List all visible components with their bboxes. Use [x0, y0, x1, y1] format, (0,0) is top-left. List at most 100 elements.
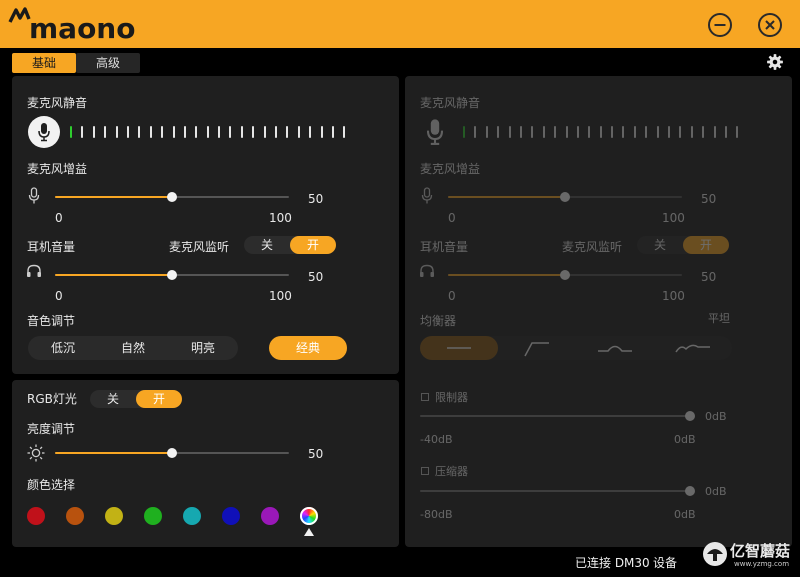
tone-label: 音色调节 [27, 314, 76, 328]
meter-tick [297, 126, 300, 138]
eq-flat-icon [447, 347, 471, 349]
meter-tick [320, 126, 323, 138]
device-link[interactable]: 设备 [653, 554, 677, 571]
tone-option-natural[interactable]: 自然 [98, 336, 168, 360]
meter-tick [275, 126, 278, 138]
meter-tick [229, 126, 232, 138]
meter-tick [736, 126, 739, 138]
adv-monitor-label: 麦克风监听 [562, 240, 623, 254]
color-select-label: 颜色选择 [27, 478, 76, 492]
meter-tick [218, 126, 221, 138]
adv-mic-level-meter [463, 126, 748, 138]
tab-basic[interactable]: 基础 [12, 53, 76, 73]
adv-headphone-icon [420, 264, 434, 277]
logo-mark-icon [8, 7, 31, 23]
color-swatch-rainbow[interactable] [300, 507, 318, 525]
microphone-icon [38, 123, 50, 142]
color-swatch[interactable] [27, 507, 45, 525]
eq-flat-option[interactable] [420, 336, 498, 360]
gear-icon[interactable] [766, 53, 784, 71]
tab-bar: 基础 高级 [0, 48, 800, 76]
eq-mid-option[interactable] [576, 336, 654, 360]
eq-highpass-icon [524, 342, 549, 357]
adv-headphone-label: 耳机音量 [420, 240, 469, 254]
meter-tick [554, 126, 557, 138]
meter-tick [679, 126, 682, 138]
close-icon[interactable] [757, 12, 783, 38]
tone-classic-button[interactable]: 经典 [269, 336, 347, 360]
meter-tick [252, 126, 255, 138]
mic-mute-button[interactable] [28, 116, 60, 148]
brightness-slider[interactable] [55, 448, 289, 458]
adv-headphone-value: 50 [701, 270, 717, 284]
limiter-checkbox[interactable] [421, 393, 429, 401]
meter-tick [81, 126, 84, 138]
mic-gain-slider[interactable] [55, 192, 289, 202]
meter-tick [531, 126, 534, 138]
adv-headphone-max: 100 [662, 289, 685, 303]
mic-small-icon [28, 187, 40, 204]
title-bar: maono [0, 0, 800, 48]
adv-microphone-icon [426, 119, 444, 145]
mic-monitor-toggle[interactable]: 关 开 [244, 236, 336, 254]
meter-tick [611, 126, 614, 138]
headphone-volume-label: 耳机音量 [27, 240, 76, 254]
mic-gain-min: 0 [55, 211, 63, 225]
meter-tick [599, 126, 602, 138]
meter-tick [702, 126, 705, 138]
watermark-url: www.yzmg.com [734, 560, 790, 568]
brightness-value: 50 [308, 447, 324, 461]
meter-tick [161, 126, 164, 138]
meter-tick [576, 126, 579, 138]
meter-tick [309, 126, 312, 138]
color-swatch[interactable] [144, 507, 162, 525]
meter-tick [645, 126, 648, 138]
meter-tick [240, 126, 243, 138]
eq-mid-icon [598, 345, 632, 352]
adv-mic-gain-max: 100 [662, 211, 685, 225]
adv-mic-mute-label: 麦克风静音 [420, 96, 481, 110]
meter-tick [474, 126, 477, 138]
meter-tick [263, 126, 266, 138]
limiter-slider[interactable] [420, 411, 695, 421]
headphone-volume-max: 100 [269, 289, 292, 303]
tab-advanced[interactable]: 高级 [76, 53, 140, 73]
tone-selector: 低沉 自然 明亮 [28, 336, 238, 360]
headphone-volume-slider[interactable] [55, 270, 289, 280]
meter-tick [126, 126, 129, 138]
adv-monitor-toggle[interactable]: 关 开 [637, 236, 729, 254]
compressor-checkbox[interactable] [421, 467, 429, 475]
minimize-icon[interactable] [707, 12, 733, 38]
tone-option-deep[interactable]: 低沉 [28, 336, 98, 360]
meter-tick [668, 126, 671, 138]
rgb-off[interactable]: 关 [90, 390, 136, 408]
mic-monitor-off[interactable]: 关 [244, 236, 290, 254]
meter-tick [724, 126, 727, 138]
mic-gain-max: 100 [269, 211, 292, 225]
meter-tick [463, 126, 465, 138]
eq-highpass-option[interactable] [498, 336, 576, 360]
adv-headphone-slider[interactable] [448, 270, 682, 280]
meter-tick [713, 126, 716, 138]
color-swatch[interactable] [183, 507, 201, 525]
limiter-value: 0dB [705, 410, 727, 423]
meter-tick [343, 126, 346, 138]
tone-option-bright[interactable]: 明亮 [168, 336, 238, 360]
meter-tick [183, 126, 186, 138]
color-swatch[interactable] [105, 507, 123, 525]
color-swatch[interactable] [222, 507, 240, 525]
rgb-panel: RGB灯光 关 开 亮度调节 50 颜色选择 [12, 380, 399, 547]
adv-monitor-on[interactable]: 开 [683, 236, 729, 254]
selected-color-indicator-icon [304, 528, 314, 536]
color-swatch[interactable] [66, 507, 84, 525]
mic-monitor-label: 麦克风监听 [169, 240, 230, 254]
mic-monitor-on[interactable]: 开 [290, 236, 336, 254]
brightness-label: 亮度调节 [27, 422, 76, 436]
color-swatch[interactable] [261, 507, 279, 525]
rgb-toggle[interactable]: 关 开 [90, 390, 182, 408]
eq-presence-option[interactable] [654, 336, 732, 360]
adv-mic-gain-slider[interactable] [448, 192, 682, 202]
rgb-on[interactable]: 开 [136, 390, 182, 408]
adv-monitor-off[interactable]: 关 [637, 236, 683, 254]
compressor-slider[interactable] [420, 486, 695, 496]
